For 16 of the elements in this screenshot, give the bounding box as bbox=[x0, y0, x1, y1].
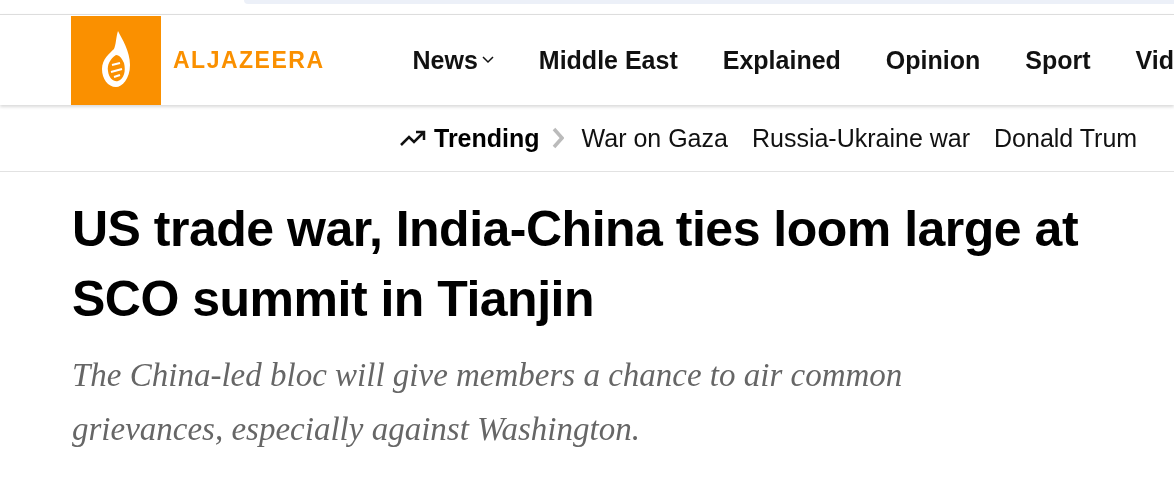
chevron-icon bbox=[551, 127, 564, 149]
trending-label: Trending bbox=[434, 123, 540, 153]
trending-link[interactable]: Russia-Ukraine war bbox=[751, 123, 971, 153]
trending-link[interactable]: Donald Trum bbox=[994, 123, 1138, 153]
trending-link[interactable]: War on Gaza bbox=[581, 123, 728, 153]
trending-icon bbox=[400, 130, 426, 146]
nav-link[interactable]: Explained bbox=[722, 45, 841, 75]
nav-link[interactable]: News bbox=[412, 45, 494, 75]
nav-link[interactable]: Sport bbox=[1025, 45, 1091, 75]
nav-link[interactable]: Middle East bbox=[538, 45, 678, 75]
logo-icon[interactable] bbox=[71, 15, 161, 105]
nav-link[interactable]: Opinion bbox=[885, 45, 981, 75]
caret-icon bbox=[481, 56, 494, 64]
headline: US trade war, India-China ties loom large at SCO summit in Tianjin bbox=[72, 200, 1080, 329]
standfirst: The China-led bloc will give members a chance to air common grievances, especially against Washington. bbox=[72, 356, 904, 449]
nav-link[interactable]: Vid bbox=[1135, 45, 1174, 75]
